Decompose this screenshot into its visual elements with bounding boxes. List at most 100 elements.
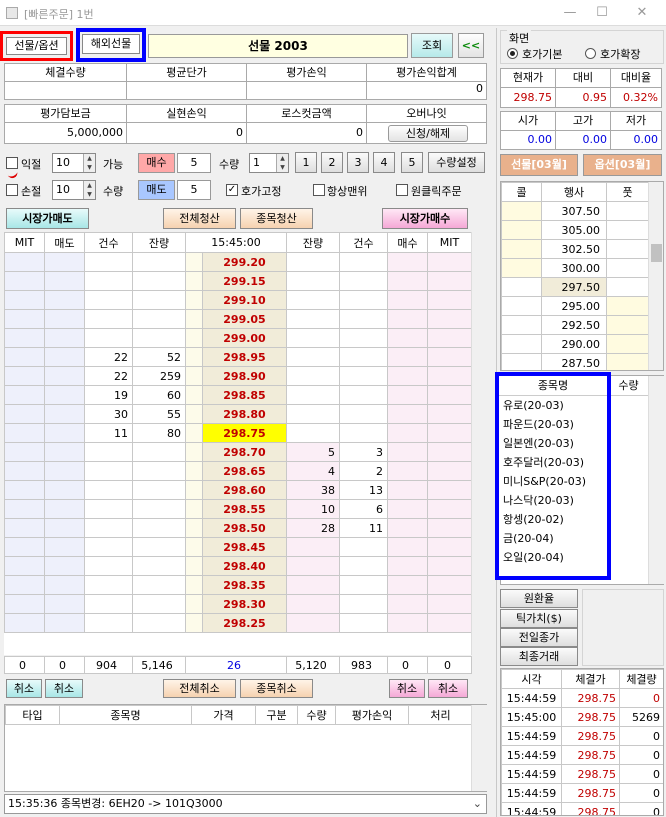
- price-cell[interactable]: 298.40: [202, 556, 287, 576]
- spacer-cell[interactable]: [185, 423, 203, 443]
- sell-mit-cell[interactable]: [4, 347, 45, 367]
- buy-order-cell[interactable]: [387, 347, 428, 367]
- sell-mit-cell[interactable]: [4, 537, 45, 557]
- cancel-symbol-button[interactable]: 종목취소: [240, 679, 313, 698]
- sell-order-cell[interactable]: [44, 423, 85, 443]
- sell-order-cell[interactable]: [44, 309, 85, 329]
- quantity-1-button[interactable]: 1: [295, 152, 317, 173]
- buy-order-cell[interactable]: [387, 442, 428, 462]
- table-row[interactable]: 298.40: [4, 556, 472, 576]
- sell-order-cell[interactable]: [44, 537, 85, 557]
- sell-mit-cell[interactable]: [4, 480, 45, 500]
- overnight-apply-button[interactable]: 신청/해제: [388, 125, 468, 142]
- call-cell[interactable]: [501, 239, 542, 259]
- table-row[interactable]: 297.50: [501, 277, 649, 297]
- price-fix-checkbox[interactable]: ✓: [226, 184, 238, 196]
- spacer-cell[interactable]: [185, 537, 203, 557]
- table-row[interactable]: 298.50 28 11: [4, 518, 472, 538]
- cancel-all-button[interactable]: 전체취소: [163, 679, 236, 698]
- orders-scrollbar[interactable]: [471, 705, 487, 791]
- price-cell[interactable]: 298.85: [202, 385, 287, 405]
- put-cell[interactable]: [606, 258, 649, 278]
- price-cell[interactable]: 298.70: [202, 442, 287, 462]
- table-row[interactable]: 22 259 298.90: [4, 366, 472, 386]
- scrollbar-thumb[interactable]: [651, 244, 662, 262]
- call-cell[interactable]: [501, 258, 542, 278]
- strike-cell[interactable]: 292.50: [541, 315, 607, 335]
- collapse-button[interactable]: <<: [458, 33, 484, 58]
- buy-order-cell[interactable]: [387, 252, 428, 272]
- put-cell[interactable]: [606, 334, 649, 354]
- table-row[interactable]: 11 80 298.75: [4, 423, 472, 443]
- table-row[interactable]: 298.70 5 3: [4, 442, 472, 462]
- buy-order-cell[interactable]: [387, 309, 428, 329]
- symbol-list-item[interactable]: 항셍(20-02): [499, 510, 607, 529]
- sell-mit-cell[interactable]: [4, 499, 45, 519]
- price-cell[interactable]: 299.15: [202, 271, 287, 291]
- sell-mit-cell[interactable]: [4, 271, 45, 291]
- table-row[interactable]: 298.30: [4, 594, 472, 614]
- table-row[interactable]: 298.25: [4, 613, 472, 633]
- cancel-buy-button[interactable]: 취소: [389, 679, 425, 698]
- strike-cell[interactable]: 295.00: [541, 296, 607, 316]
- table-row[interactable]: 298.35: [4, 575, 472, 595]
- price-cell[interactable]: 298.75: [202, 423, 287, 443]
- spacer-cell[interactable]: [185, 252, 203, 272]
- price-cell[interactable]: 298.65: [202, 461, 287, 481]
- screen-basic-radio[interactable]: [507, 48, 518, 59]
- spacer-cell[interactable]: [185, 613, 203, 633]
- sell-mit-cell[interactable]: [4, 613, 45, 633]
- buy-mit-cell[interactable]: [427, 271, 472, 291]
- sell-order-cell[interactable]: [44, 328, 85, 348]
- sell-mit-cell[interactable]: [4, 461, 45, 481]
- sell-order-cell[interactable]: [44, 594, 85, 614]
- buy-mit-cell[interactable]: [427, 423, 472, 443]
- symbol-list-item[interactable]: 오일(20-04): [499, 548, 607, 567]
- spacer-cell[interactable]: [185, 518, 203, 538]
- sell-order-cell[interactable]: [44, 480, 85, 500]
- market-sell-button[interactable]: 시장가매도: [6, 208, 89, 229]
- put-cell[interactable]: [606, 201, 649, 221]
- sell-order-cell[interactable]: [44, 499, 85, 519]
- buy-order-cell[interactable]: [387, 423, 428, 443]
- table-row[interactable]: 307.50: [501, 201, 649, 221]
- symbol-list-scrollbar[interactable]: [648, 376, 664, 584]
- close-icon[interactable]: ✕: [632, 4, 652, 22]
- table-row[interactable]: 22 52 298.95: [4, 347, 472, 367]
- call-cell[interactable]: [501, 277, 542, 297]
- table-row[interactable]: 298.45: [4, 537, 472, 557]
- price-cell[interactable]: 298.30: [202, 594, 287, 614]
- quantity-4-button[interactable]: 4: [373, 152, 395, 173]
- spacer-cell[interactable]: [185, 366, 203, 386]
- table-row[interactable]: 300.00: [501, 258, 649, 278]
- strike-cell[interactable]: 297.50: [541, 277, 607, 297]
- symbol-display[interactable]: 선물 2003: [148, 34, 408, 58]
- price-cell[interactable]: 298.25: [202, 613, 287, 633]
- sell-mit-cell[interactable]: [4, 366, 45, 386]
- spacer-cell[interactable]: [185, 556, 203, 576]
- sell-order-cell[interactable]: [44, 518, 85, 538]
- put-cell[interactable]: [606, 277, 649, 297]
- table-row[interactable]: 287.50: [501, 353, 649, 370]
- spacer-cell[interactable]: [185, 328, 203, 348]
- buy-mit-cell[interactable]: [427, 442, 472, 462]
- table-row[interactable]: 295.00: [501, 296, 649, 316]
- strike-scrollbar[interactable]: [648, 182, 663, 370]
- sell-mit-cell[interactable]: [4, 423, 45, 443]
- price-cell[interactable]: 298.45: [202, 537, 287, 557]
- price-cell[interactable]: 298.50: [202, 518, 287, 538]
- chevron-down-icon[interactable]: ⌄: [473, 795, 482, 813]
- symbol-list-item[interactable]: 금(20-04): [499, 529, 607, 548]
- spacer-cell[interactable]: [185, 309, 203, 329]
- symbol-list-item[interactable]: 호주달러(20-03): [499, 453, 607, 472]
- last-trade-button[interactable]: 최종거래: [500, 647, 578, 666]
- sell-order-cell[interactable]: [44, 252, 85, 272]
- buy-order-cell[interactable]: [387, 404, 428, 424]
- loss-ticks-stepper[interactable]: 10 ▲ ▼: [52, 180, 96, 200]
- stepper-arrows-icon[interactable]: ▲ ▼: [276, 154, 288, 172]
- buy-mit-cell[interactable]: [427, 385, 472, 405]
- table-row[interactable]: 299.20: [4, 252, 472, 272]
- order-book-scrollbar[interactable]: [471, 232, 487, 655]
- options-month-button[interactable]: 옵션[03월]: [583, 154, 662, 176]
- spacer-cell[interactable]: [185, 385, 203, 405]
